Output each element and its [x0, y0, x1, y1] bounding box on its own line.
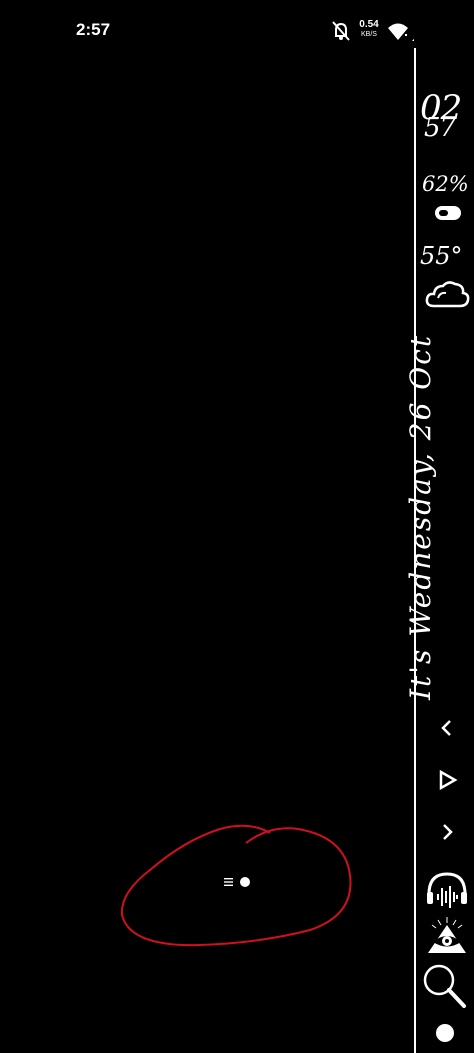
- mute-bell-icon: [332, 21, 350, 41]
- cloud-icon[interactable]: [424, 276, 470, 310]
- battery-percent[interactable]: 62%: [422, 172, 469, 196]
- search-icon[interactable]: [420, 962, 468, 1010]
- home-dot-icon[interactable]: [436, 1024, 454, 1042]
- status-time: 2:57: [76, 20, 111, 39]
- weather-temperature[interactable]: 55°: [420, 242, 463, 270]
- clock-minute[interactable]: 57: [424, 113, 456, 143]
- battery-icon: [435, 206, 461, 220]
- music-headphones-icon[interactable]: [424, 868, 470, 910]
- net-speed: 0.54 KB/S: [356, 20, 382, 39]
- previous-icon[interactable]: [432, 713, 462, 743]
- menu-icon[interactable]: [224, 877, 234, 887]
- date-text[interactable]: It's Wednesday, 26 Oct: [404, 320, 437, 700]
- net-speed-value: 0.54: [359, 19, 379, 30]
- net-speed-unit: KB/S: [361, 31, 377, 38]
- eye-pyramid-icon[interactable]: [424, 915, 470, 957]
- play-icon[interactable]: [432, 765, 462, 795]
- dot-icon[interactable]: [240, 877, 250, 887]
- wifi-icon: [388, 23, 408, 40]
- next-icon[interactable]: [432, 817, 462, 847]
- red-annotation-scribble: [120, 824, 352, 947]
